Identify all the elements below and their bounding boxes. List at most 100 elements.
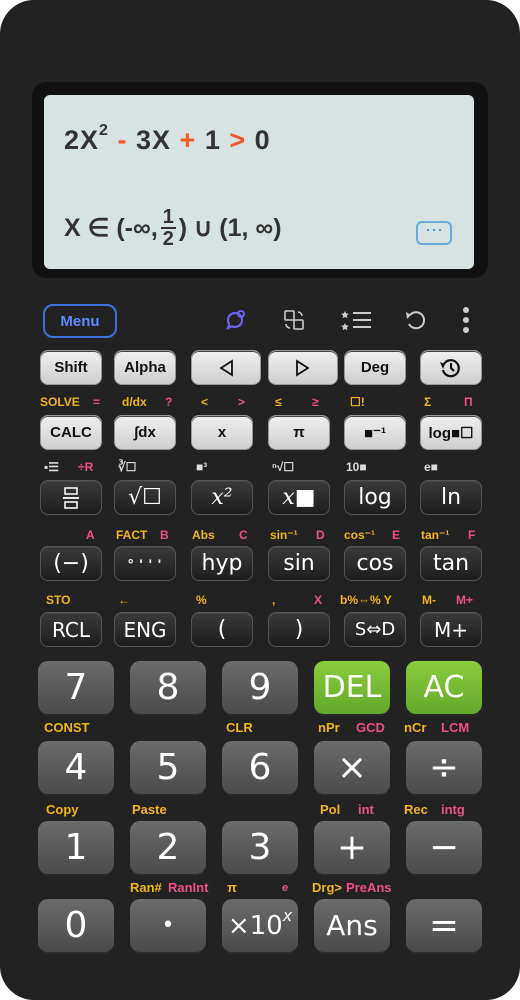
- result-fraction: 1 2: [160, 207, 176, 250]
- cos-key[interactable]: cos: [344, 546, 406, 581]
- expr-exponent: 2: [99, 122, 109, 139]
- display-screen: 2X2 - 3X + 1 > 0 X ∈ (-∞, 1 2 ) ∪ (1, ∞)…: [44, 95, 474, 269]
- product-label: Π: [464, 395, 473, 409]
- rec-label: Rec: [404, 802, 428, 817]
- abs-label: Abs: [192, 528, 215, 542]
- equals-key[interactable]: =: [406, 899, 482, 952]
- digit-1-key[interactable]: 1: [38, 821, 114, 874]
- digit-6-key[interactable]: 6: [222, 741, 298, 794]
- digit-5-key[interactable]: 5: [130, 741, 206, 794]
- tan-key[interactable]: tan: [420, 546, 482, 581]
- ac-key[interactable]: AC: [406, 661, 482, 714]
- menu-button[interactable]: Menu: [43, 304, 117, 338]
- m-plus-key[interactable]: M+: [420, 612, 482, 647]
- ans-key[interactable]: Ans: [314, 899, 390, 952]
- lcm-label: LCM: [441, 720, 470, 735]
- sqrt-key[interactable]: √☐: [114, 480, 176, 515]
- result-line: X ∈ (-∞, 1 2 ) ∪ (1, ∞): [64, 207, 282, 249]
- rcl-key[interactable]: RCL: [40, 612, 102, 647]
- fraction-icon: ▪☰: [44, 460, 60, 474]
- m-minus-label: M-: [422, 593, 436, 607]
- int-label: int: [358, 802, 374, 817]
- undo-icon[interactable]: [402, 306, 430, 334]
- cursor-right-key[interactable]: [268, 350, 338, 385]
- pi-key[interactable]: π: [268, 415, 330, 450]
- subtract-key[interactable]: −: [406, 821, 482, 874]
- shift-key[interactable]: Shift: [40, 350, 102, 385]
- paste-label: Paste: [132, 802, 167, 817]
- list-icon[interactable]: [340, 306, 374, 334]
- x-key[interactable]: x: [191, 415, 253, 450]
- history-key[interactable]: [420, 350, 482, 385]
- log-base-key[interactable]: log■☐: [420, 415, 482, 450]
- eng-key[interactable]: ENG: [114, 612, 176, 647]
- exp-label: ×10: [227, 910, 283, 941]
- result-prefix: X ∈ (-∞,: [64, 214, 158, 242]
- factorial-label: ☐!: [350, 395, 365, 409]
- digit-0-key[interactable]: 0: [38, 899, 114, 952]
- power-key[interactable]: x■: [268, 480, 330, 515]
- digit-4-key[interactable]: 4: [38, 741, 114, 794]
- var-d-label: D: [316, 528, 325, 542]
- npr-label: nPr: [318, 720, 340, 735]
- digit-8-key[interactable]: 8: [130, 661, 206, 714]
- square-key[interactable]: x²: [191, 480, 253, 515]
- more-options-icon[interactable]: ···: [416, 220, 452, 245]
- cursor-left-key[interactable]: [191, 350, 261, 385]
- alpha-key[interactable]: Alpha: [114, 350, 176, 385]
- multiply-key[interactable]: ×: [314, 741, 390, 794]
- greater-label: >: [238, 395, 246, 409]
- copy-label: Copy: [46, 802, 79, 817]
- arrow-right-icon: [296, 358, 310, 377]
- greater-equal-label: ≥: [312, 395, 319, 409]
- sigma-label: Σ: [424, 395, 432, 409]
- cube-label: ■³: [196, 460, 208, 474]
- expr-term: 2X: [64, 125, 100, 155]
- convert-icon[interactable]: [280, 306, 308, 334]
- result-suffix: ) ∪ (1, ∞): [178, 214, 282, 242]
- digit-3-key[interactable]: 3: [222, 821, 298, 874]
- var-x-label: X: [314, 593, 323, 607]
- var-f-label: F: [468, 528, 476, 542]
- negative-key[interactable]: (−): [40, 546, 102, 581]
- var-b-label: B: [160, 528, 169, 542]
- dms-key[interactable]: ° ' ' ': [114, 546, 176, 581]
- sin-key[interactable]: sin: [268, 546, 330, 581]
- divide-key[interactable]: ÷: [406, 741, 482, 794]
- expression-line: 2X2 - 3X + 1 > 0: [64, 122, 271, 156]
- del-key[interactable]: DEL: [314, 661, 390, 714]
- log-key[interactable]: log: [344, 480, 406, 515]
- fraction-key[interactable]: [40, 480, 102, 515]
- inverse-key[interactable]: ■⁻¹: [344, 415, 406, 450]
- history-icon: [440, 358, 460, 377]
- digit-2-key[interactable]: 2: [130, 821, 206, 874]
- calc-key[interactable]: CALC: [40, 415, 102, 450]
- e-label: e: [282, 882, 289, 894]
- s-d-key[interactable]: S⇔D: [344, 612, 406, 647]
- exp-key[interactable]: ×10 x: [222, 899, 298, 952]
- remainder-label: ÷R: [78, 460, 94, 474]
- hyp-key[interactable]: hyp: [191, 546, 253, 581]
- drg-label: Drg>: [312, 880, 342, 895]
- ln-key[interactable]: ln: [420, 480, 482, 515]
- chat-icon[interactable]: [222, 306, 250, 334]
- right-paren-key[interactable]: ): [268, 612, 330, 647]
- digit-9-key[interactable]: 9: [222, 661, 298, 714]
- arctan-label: tan⁻¹: [421, 528, 450, 542]
- arrow-left-icon: [219, 358, 233, 377]
- expr-term: 1: [204, 125, 221, 155]
- fraction-denominator: 2: [162, 228, 174, 250]
- cube-root-label: ∛☐: [118, 460, 137, 474]
- add-key[interactable]: +: [314, 821, 390, 874]
- var-c-label: C: [239, 528, 248, 542]
- left-paren-key[interactable]: (: [191, 612, 253, 647]
- integral-key[interactable]: ∫dx: [114, 415, 176, 450]
- conversion-label: b%⇔% Y: [340, 593, 392, 607]
- deg-key[interactable]: Deg: [344, 350, 406, 385]
- digit-7-key[interactable]: 7: [38, 661, 114, 714]
- decimal-key[interactable]: •: [130, 899, 206, 952]
- expr-term: 0: [254, 125, 271, 155]
- var-e-label: E: [392, 528, 401, 542]
- more-vert-icon[interactable]: [452, 306, 480, 334]
- arcsin-label: sin⁻¹: [270, 528, 298, 542]
